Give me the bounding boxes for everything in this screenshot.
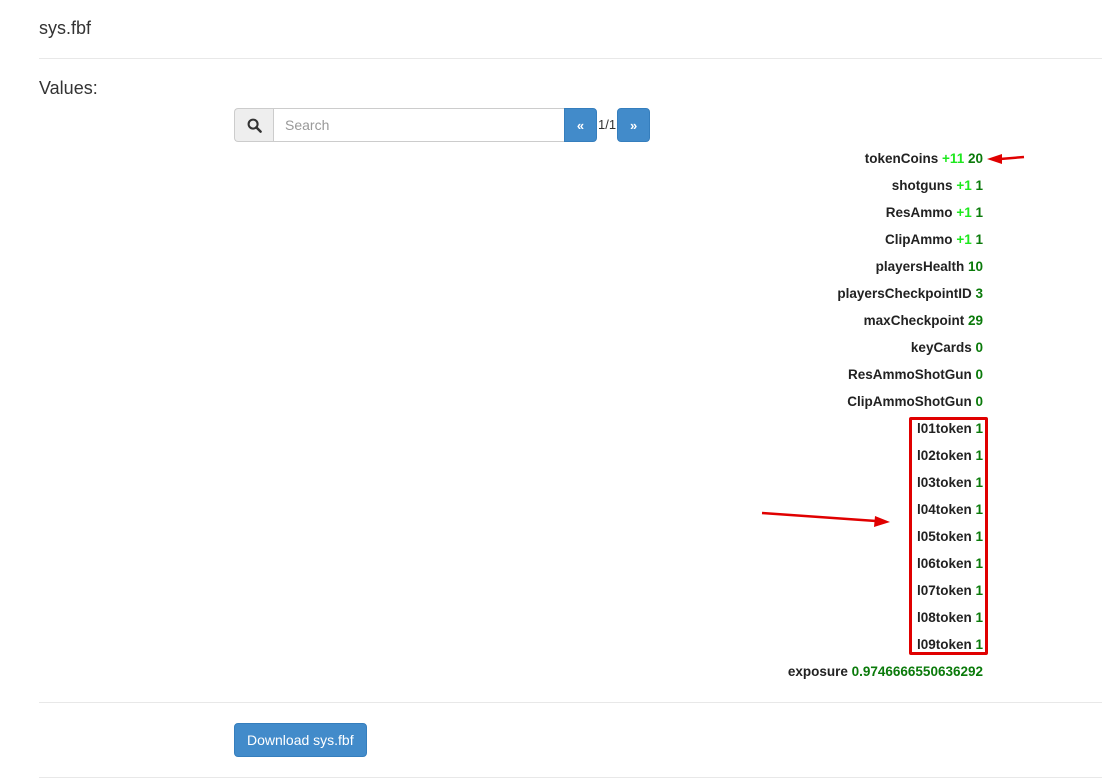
value-number: 0 bbox=[975, 340, 983, 355]
annotation-arrow-tokencoins bbox=[987, 154, 1025, 164]
value-delta: +1 bbox=[956, 232, 972, 247]
value-number: 20 bbox=[967, 151, 983, 166]
search-icon[interactable] bbox=[234, 108, 273, 142]
value-key: keyCards bbox=[910, 340, 972, 355]
value-number: 0 bbox=[975, 367, 983, 382]
file-title: sys.fbf bbox=[39, 18, 92, 38]
value-key: ClipAmmo bbox=[885, 232, 953, 247]
search-pager-bar: « 1/1 » bbox=[234, 108, 651, 142]
value-row: ClipAmmo +1 1 bbox=[885, 230, 983, 250]
prev-page-button[interactable]: « bbox=[564, 108, 597, 142]
annotation-arrow-tokens bbox=[761, 511, 890, 527]
value-row: ResAmmoShotGun 0 bbox=[848, 365, 983, 385]
value-key: playersHealth bbox=[875, 259, 965, 274]
value-number: 0.9746666550636292 bbox=[851, 664, 983, 679]
value-row: playersHealth 10 bbox=[876, 257, 983, 277]
value-delta: +11 bbox=[942, 151, 965, 166]
value-number: 1 bbox=[975, 232, 983, 247]
value-key: exposure bbox=[787, 664, 848, 679]
value-row: tokenCoins +11 20 bbox=[865, 149, 983, 169]
value-key: ClipAmmoShotGun bbox=[847, 394, 972, 409]
value-number: 1 bbox=[975, 205, 983, 220]
values-heading: Values: bbox=[39, 78, 98, 98]
divider bbox=[39, 777, 1102, 778]
value-key: shotguns bbox=[891, 178, 953, 193]
value-row: ResAmmo +1 1 bbox=[886, 203, 983, 223]
value-key: ResAmmo bbox=[885, 205, 953, 220]
value-number: 3 bbox=[975, 286, 983, 301]
value-key: maxCheckpoint bbox=[863, 313, 965, 328]
value-number: 10 bbox=[967, 259, 983, 274]
divider bbox=[39, 702, 1102, 703]
value-row: shotguns +1 1 bbox=[892, 176, 983, 196]
value-row: exposure 0.9746666550636292 bbox=[788, 662, 983, 682]
value-key: ResAmmoShotGun bbox=[847, 367, 972, 382]
page-indicator: 1/1 bbox=[598, 117, 617, 132]
value-row: ClipAmmoShotGun 0 bbox=[847, 392, 983, 412]
value-row: playersCheckpointID 3 bbox=[837, 284, 983, 304]
search-input[interactable] bbox=[273, 108, 565, 142]
divider bbox=[39, 58, 1102, 59]
value-delta: +1 bbox=[956, 178, 972, 193]
value-row: maxCheckpoint 29 bbox=[864, 311, 983, 331]
value-number: 0 bbox=[975, 394, 983, 409]
value-key: tokenCoins bbox=[864, 151, 939, 166]
annotation-box bbox=[909, 417, 988, 655]
value-row: keyCards 0 bbox=[911, 338, 983, 358]
next-page-button[interactable]: » bbox=[617, 108, 651, 142]
value-number: 1 bbox=[975, 178, 983, 193]
value-key: playersCheckpointID bbox=[837, 286, 972, 301]
download-button[interactable]: Download sys.fbf bbox=[234, 723, 367, 757]
value-delta: +1 bbox=[956, 205, 972, 220]
value-number: 29 bbox=[967, 313, 983, 328]
